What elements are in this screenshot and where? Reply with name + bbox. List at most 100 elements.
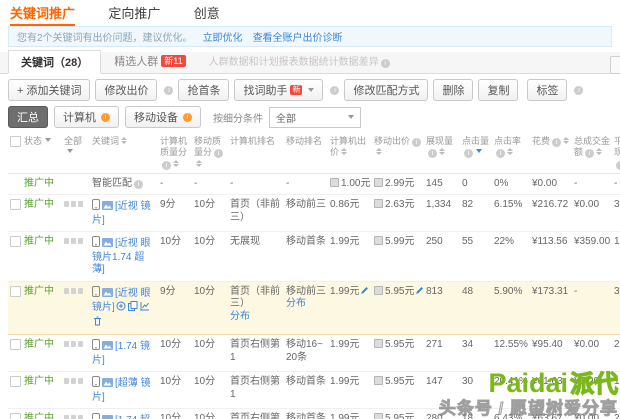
cell-ctr: 12.55% — [492, 335, 530, 372]
image-icon — [102, 238, 113, 252]
tab-audience[interactable]: 精选人群新11 — [101, 49, 198, 73]
keyword-link[interactable]: [近视 镜片] — [92, 201, 151, 226]
header-row: 状态全部关键词计算机质量分i移动质量分i计算机排名移动排名计算机出价移动出价i展… — [8, 133, 620, 173]
keyword-link[interactable]: [近视 眼镜片1.74 超薄] — [92, 238, 151, 275]
col-header-cost[interactable]: 花费i — [530, 133, 572, 173]
edit-bid-icon[interactable] — [360, 286, 369, 300]
cell-m_rank: - — [284, 173, 328, 195]
optimize-now-link[interactable]: 立即优化 — [203, 33, 243, 44]
nav-creative[interactable]: 创意 — [194, 3, 220, 24]
info-icon: i — [552, 138, 561, 147]
summary-toggle[interactable]: 汇总 — [8, 106, 48, 128]
cell-cost: ¥216.72 — [530, 195, 572, 232]
cell-cost: ¥95.40 — [530, 335, 572, 372]
cell-pc_bid: 0.86元 — [328, 195, 372, 232]
col-header-status[interactable]: 状态 — [22, 133, 62, 173]
bid-type-icon — [374, 236, 383, 245]
cell-device — [62, 281, 90, 335]
cell-pc_rank: 首页右侧第1 — [228, 335, 284, 372]
insight-icon[interactable] — [116, 301, 126, 316]
device-icon — [78, 415, 83, 419]
col-header-pc_score[interactable]: 计算机质量分i — [158, 133, 192, 173]
cell-pc_rank: 无展现 — [228, 232, 284, 282]
row-checkbox[interactable] — [10, 413, 21, 419]
status-text: 推广中 — [24, 286, 54, 297]
trend-chart-icon[interactable] — [140, 301, 150, 316]
modify-bid-button[interactable]: 修改出价 — [95, 79, 157, 101]
cell-rev: ¥0.00 — [572, 195, 612, 232]
keyword-row: 推广中智能匹配i----1.00元2.99元14500%¥0.00-- — [8, 173, 620, 195]
col-header-m_bid[interactable]: 移动出价i — [372, 133, 424, 173]
delete-icon[interactable] — [93, 316, 102, 331]
col-header-avg[interactable]: 平均展现排名i — [612, 133, 620, 173]
condition-select[interactable]: 全部 — [269, 107, 361, 128]
col-header-imp[interactable]: 展现量i — [424, 133, 460, 173]
cell-check — [8, 281, 22, 335]
device-icon — [71, 378, 76, 384]
keyword-table-wrap: 状态全部关键词计算机质量分i移动质量分i计算机排名移动排名计算机出价移动出价i展… — [0, 133, 620, 419]
cell-m_score: - — [192, 173, 228, 195]
row-checkbox[interactable] — [10, 376, 21, 387]
cell-check — [8, 195, 22, 232]
cell-pc_rank: - — [228, 173, 284, 195]
cell-keyword: [近视 眼镜片1.74 超薄] — [90, 232, 158, 282]
cell-ctr: 0% — [492, 173, 530, 195]
bid-type-icon — [374, 339, 383, 348]
clipped-control[interactable] — [610, 56, 620, 74]
col-header-m_score[interactable]: 移动质量分i — [192, 133, 228, 173]
bid-issue-notice: 您有2个关键词有出价问题，建议优化。立即优化查看全账户出价诊断 — [8, 26, 612, 47]
device-icon — [64, 415, 69, 419]
col-header-rev[interactable]: 总成交金额i — [572, 133, 612, 173]
modify-match-button[interactable]: 修改匹配方式 — [344, 79, 428, 101]
tag-button[interactable]: 标签 — [527, 79, 567, 101]
cell-imp: 147 — [424, 372, 460, 409]
keyword-row: 推广中[1.74 镜片]10分10分首页右侧第1移动16~20条1.99元5.9… — [8, 335, 620, 372]
keyword-link[interactable]: [1.74 镜片] — [92, 341, 150, 366]
mobile-toggle[interactable]: 移动设备i — [125, 106, 201, 128]
col-header-clicks[interactable]: 点击量i — [460, 133, 492, 173]
col-header-ctr[interactable]: 点击率i — [492, 133, 530, 173]
chevron-down-icon — [348, 115, 354, 119]
col-header-pc_bid[interactable]: 计算机出价 — [328, 133, 372, 173]
col-header-device[interactable]: 全部 — [62, 133, 90, 173]
row-checkbox[interactable] — [10, 339, 21, 350]
cell-ctr: 6.15% — [492, 195, 530, 232]
row-checkbox[interactable] — [10, 136, 21, 147]
image-icon — [102, 201, 113, 215]
keyword-link[interactable]: [超薄 镜片] — [92, 378, 151, 403]
cell-cost: ¥113.56 — [530, 232, 572, 282]
clipboard-icon[interactable] — [128, 301, 138, 316]
cell-pc_bid: 1.99元 — [328, 281, 372, 335]
cell-check — [8, 372, 22, 409]
add-keyword-button[interactable]: + 添加关键词 — [8, 79, 90, 101]
row-checkbox[interactable] — [10, 236, 21, 247]
computer-toggle[interactable]: 计算机i — [54, 106, 119, 128]
nav-keyword-promotion[interactable]: 关键词推广 — [10, 3, 75, 26]
distribution-link[interactable]: 分布 — [230, 311, 282, 324]
word-assistant-button[interactable]: 找词助手 新 — [234, 79, 323, 101]
col-header-keyword[interactable]: 关键词 — [90, 133, 158, 173]
new-count-badge: 新11 — [161, 55, 185, 67]
nav-targeted-promotion[interactable]: 定向推广 — [108, 3, 160, 24]
cell-clicks: 18 — [460, 409, 492, 419]
tab-keywords[interactable]: 关键词（28） — [8, 50, 101, 74]
copy-button[interactable]: 复制 — [478, 79, 518, 101]
row-checkbox[interactable] — [10, 199, 21, 210]
cell-avg: 1 — [612, 372, 620, 409]
info-icon: i — [330, 86, 339, 95]
delete-button[interactable]: 删除 — [433, 79, 473, 101]
col-header-pc_rank: 计算机排名 — [228, 133, 284, 173]
new-badge: 新 — [290, 85, 302, 95]
row-checkbox[interactable] — [10, 286, 21, 297]
cell-m_rank: 移动首条 — [284, 409, 328, 419]
tab-hint: 人群数据和计划报表数据统计数据差异i — [209, 53, 390, 73]
keyword-link[interactable]: [1.74 超薄非球面眼镜片] — [92, 415, 152, 419]
chevron-down-icon — [67, 149, 73, 153]
cell-rev: ¥359.00 — [572, 232, 612, 282]
info-icon: i — [585, 149, 594, 158]
bid-diagnose-link[interactable]: 查看全账户出价诊断 — [253, 33, 343, 44]
grab-top-slot-button[interactable]: 抢首条 — [178, 79, 229, 101]
cell-clicks: 0 — [460, 173, 492, 195]
edit-bid-icon[interactable] — [415, 286, 424, 300]
distribution-link[interactable]: 分布 — [286, 298, 326, 311]
